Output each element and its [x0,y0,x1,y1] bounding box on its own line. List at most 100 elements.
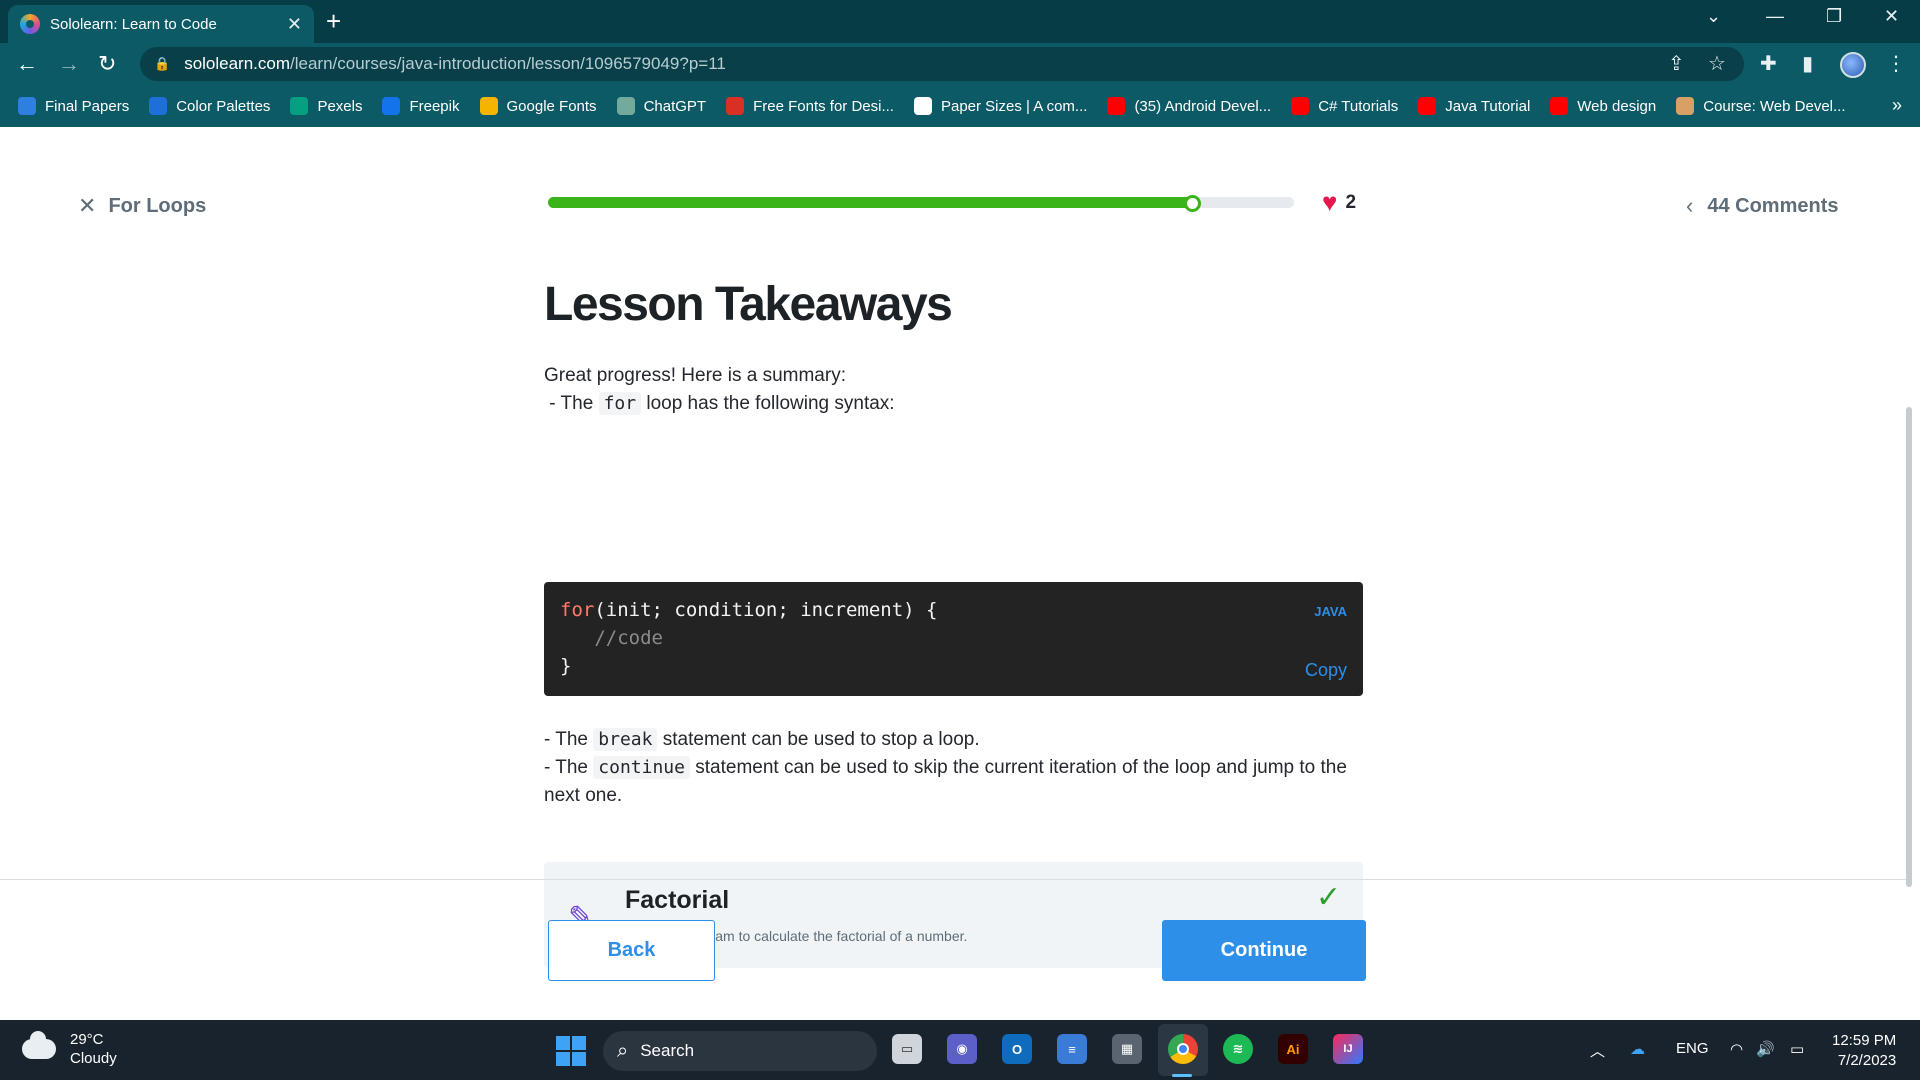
close-window-button[interactable]: ✕ [1884,6,1899,27]
copy-code-button[interactable]: Copy [1305,656,1347,684]
lesson-name: For Loops [108,194,207,217]
break-prefix: - The [544,729,594,750]
extensions-puzzle-icon[interactable]: ✚ [1760,51,1777,76]
close-icon: ✕ [78,193,97,218]
clock-time: 12:59 PM [1832,1032,1897,1049]
code-language-label: JAVA [1314,604,1347,619]
bookmark-item[interactable]: (35) Android Devel... [1107,97,1271,115]
weather-condition: Cloudy [70,1050,117,1067]
intellij-icon[interactable]: IJ [1333,1034,1363,1064]
bookmark-label: Java Tutorial [1445,97,1531,115]
bookmark-label: Free Fonts for Desi... [753,97,894,115]
reload-icon[interactable]: ↻ [98,51,116,77]
bookmark-item[interactable]: Course: Web Devel... [1676,97,1846,115]
onedrive-tray-icon[interactable]: ☁ [1630,1040,1645,1058]
share-icon[interactable]: ⇪ [1668,51,1685,76]
youtube-icon [1418,97,1437,115]
bookmark-item[interactable]: Freepik [382,97,460,115]
calculator-icon[interactable]: ▦ [1112,1034,1142,1064]
illustrator-icon[interactable]: Ai [1278,1034,1308,1064]
continue-button[interactable]: Continue [1162,920,1366,981]
hearts-count: 2 [1345,191,1357,213]
bookmark-item[interactable]: Color Palettes [149,97,270,115]
code-line-3: } [560,655,572,677]
profile-avatar[interactable] [1840,52,1866,78]
tab-search-chevron-icon[interactable]: ⌄ [1706,6,1721,27]
notepad-icon[interactable]: ≡ [1057,1034,1087,1064]
paper-sizes-icon [913,97,932,115]
minimize-button[interactable]: — [1766,6,1784,27]
bookmark-label: Final Papers [45,97,130,115]
inline-code-break: break [593,728,658,751]
wifi-icon[interactable]: ◠ [1730,1040,1743,1058]
continue-line: - The continue statement can be used to … [544,754,1364,810]
restore-button[interactable]: ❐ [1826,6,1842,27]
bookmark-item[interactable]: Web design [1550,97,1656,115]
footer-divider [0,879,1912,880]
lesson-content: Lesson Takeaways Great progress! Here is… [544,277,1364,418]
intro-line: Great progress! Here is a summary: [544,365,846,386]
bookmark-item[interactable]: ChatGPT [616,97,707,115]
browser-menu-icon[interactable]: ⋮ [1886,51,1906,76]
page-title: Lesson Takeaways [544,278,953,331]
weather-widget[interactable]: 29°C Cloudy [22,1030,117,1068]
forward-arrow-icon[interactable]: → [58,51,80,77]
search-icon: ⌕ [617,1039,629,1062]
youtube-icon [1107,97,1126,115]
bookmark-item[interactable]: Paper Sizes | A com... [913,97,1087,115]
checkmark-icon: ✓ [1315,881,1341,914]
new-tab-button[interactable]: + [326,6,341,37]
task-view-icon[interactable]: ▭ [892,1034,922,1064]
address-bar[interactable]: 🔒 sololearn.com /learn/courses/java-intr… [140,47,1744,81]
bookmark-item[interactable]: Free Fonts for Desi... [726,97,894,115]
tab-close-icon[interactable]: ✕ [287,14,302,35]
system-clock[interactable]: 12:59 PM 7/2/2023 [1832,1031,1896,1071]
taskbar-search[interactable]: ⌕ Search [603,1031,877,1071]
side-panel-icon[interactable]: ▮ [1802,51,1813,76]
code-line-2: //code [560,627,663,649]
start-button[interactable] [556,1036,586,1066]
bookmark-item[interactable]: Google Fonts [479,97,597,115]
fonts-site-icon [726,97,745,115]
code-block: for(init; condition; increment) { //code… [544,582,1363,696]
outlook-icon[interactable]: O [1002,1034,1032,1064]
close-lesson-button[interactable]: ✕ For Loops [78,193,206,219]
lesson-progress-fill [548,195,1202,212]
url-path: /learn/courses/java-introduction/lesson/… [290,54,726,73]
bookmark-item[interactable]: Java Tutorial [1418,97,1530,115]
break-suffix: statement can be used to stop a loop. [657,729,980,750]
active-indicator [1172,1074,1192,1077]
lock-icon: 🔒 [154,56,171,71]
bookmark-label: Freepik [409,97,460,115]
back-arrow-icon[interactable]: ← [16,51,38,77]
bookmark-item[interactable]: Final Papers [18,97,129,115]
input-language[interactable]: ENG [1676,1040,1709,1057]
heart-icon: ♥ [1322,187,1338,217]
back-button[interactable]: Back [548,920,715,981]
freepik-icon [382,97,401,115]
bookmark-item[interactable]: C# Tutorials [1291,97,1398,115]
bookmark-star-icon[interactable]: ☆ [1708,51,1726,76]
intro-paragraph: Great progress! Here is a summary: - The… [544,362,1364,418]
syntax-line: - The for loop has the following syntax: [544,390,1364,418]
comments-button[interactable]: ‹ 44 Comments [1686,193,1838,219]
chrome-icon[interactable] [1168,1034,1198,1064]
bookmark-item[interactable]: Pexels [290,97,362,115]
battery-icon[interactable]: ▭ [1790,1040,1804,1058]
youtube-icon [1550,97,1569,115]
spotify-icon[interactable]: ≋ [1223,1034,1253,1064]
bookmarks-overflow-button[interactable]: » [1892,95,1902,116]
volume-icon[interactable]: 🔊 [1756,1040,1775,1058]
chevron-left-icon: ‹ [1686,193,1694,218]
tray-chevron-up-icon[interactable]: ︿ [1590,1040,1605,1061]
color-palettes-icon [149,97,168,115]
youtube-icon [1291,97,1310,115]
teams-icon[interactable]: ◉ [947,1034,977,1064]
bookmark-label: Pexels [317,97,363,115]
bookmark-label: ChatGPT [643,97,707,115]
browser-tab[interactable]: Sololearn: Learn to Code ✕ [8,5,314,43]
google-fonts-icon [479,97,498,115]
code-keyword: for [560,599,595,621]
page-scrollbar[interactable] [1906,407,1912,887]
browser-titlebar: Sololearn: Learn to Code ✕ + ⌄ — ❐ ✕ [0,0,1920,43]
